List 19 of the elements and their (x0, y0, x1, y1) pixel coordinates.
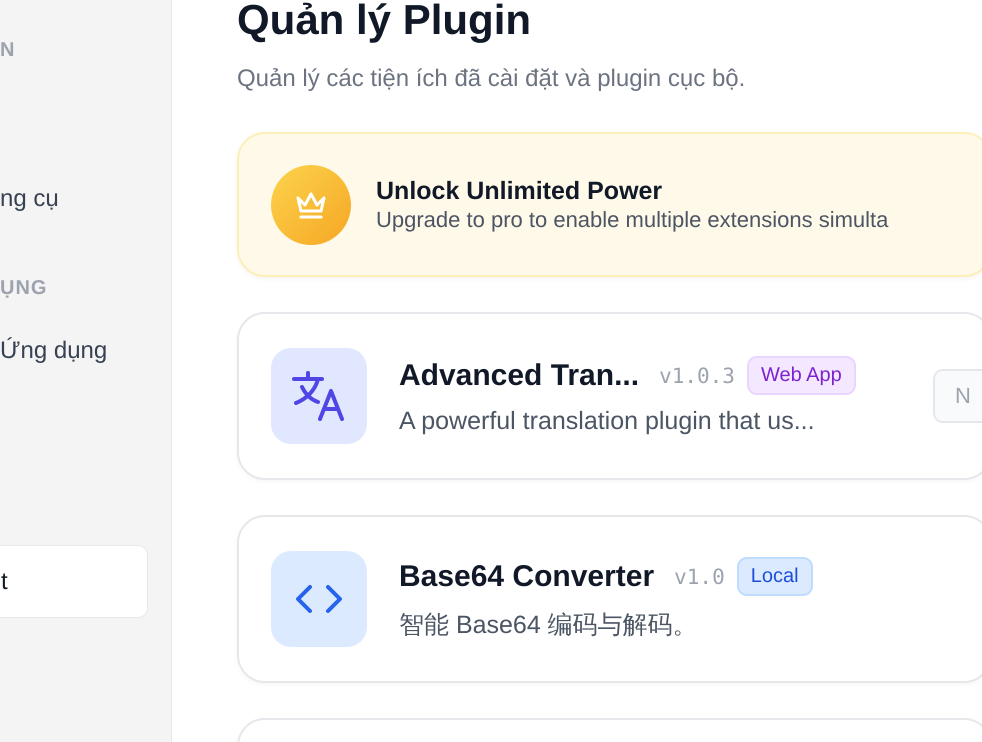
plugin-description: A powerful translation plugin that us... (399, 407, 816, 436)
sidebar-item[interactable]: ng cụ (0, 184, 171, 214)
plugin-description: 智能 Base64 编码与解码。 (399, 610, 699, 641)
plugin-name: Base64 Converter (399, 560, 654, 594)
sidebar-button[interactable]: t (0, 545, 148, 618)
sidebar-section-label: N (0, 38, 16, 62)
banner-text: Upgrade to pro to enable multiple extensions simulta (376, 206, 888, 234)
plugin-tag: Local (736, 557, 813, 596)
translate-icon (292, 371, 346, 421)
banner-title: Unlock Unlimited Power (376, 176, 664, 206)
page-title: Quản lý Plugin (237, 0, 532, 44)
plugin-version: v1.0 (674, 564, 725, 588)
plugin-name: Advanced Tran... (399, 358, 640, 392)
code-icon (294, 584, 344, 614)
plugin-tag: Web App (746, 356, 856, 395)
sidebar-section-label: ỤNG (0, 276, 48, 300)
page-subtitle: Quản lý các tiện ích đã cài đặt và plugin cục bộ. (237, 64, 746, 94)
plugin-version: v1.0.3 (659, 364, 735, 388)
sidebar-item[interactable]: Ứng dụng (0, 336, 171, 366)
